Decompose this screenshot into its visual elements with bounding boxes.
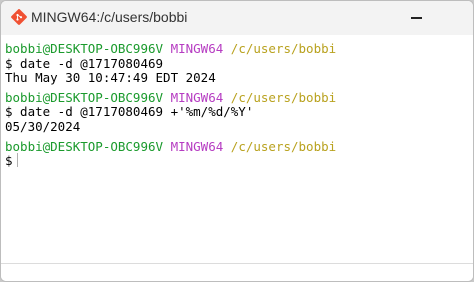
output-line: Thu May 30 10:47:49 EDT 2024 [5, 70, 216, 85]
window-title: MINGW64:/c/users/bobbi [31, 9, 188, 25]
prompt-user: bobbi@DESKTOP-OBC996V [5, 90, 164, 105]
prompt-user: bobbi@DESKTOP-OBC996V [5, 41, 164, 56]
prompt-system: MINGW64 [170, 139, 224, 154]
text-cursor [16, 153, 18, 167]
terminal-window: MINGW64:/c/users/bobbi bobbi@DESKTOP-OBC… [0, 0, 474, 282]
minimize-button[interactable] [399, 1, 433, 35]
window-bottom-edge [1, 263, 473, 281]
git-bash-icon [11, 9, 27, 25]
prompt-path: /c/users/bobbi [230, 90, 337, 105]
prompt-system: MINGW64 [170, 90, 224, 105]
prompt-path: /c/users/bobbi [230, 41, 337, 56]
prompt-symbol: $ [5, 153, 13, 168]
prompt-system: MINGW64 [170, 41, 224, 56]
output-line: 05/30/2024 [5, 119, 81, 134]
input-line[interactable]: $ [5, 153, 18, 169]
prompt-line: bobbi@DESKTOP-OBC996V MINGW64 /c/users/b… [5, 41, 336, 57]
terminal-output[interactable]: bobbi@DESKTOP-OBC996V MINGW64 /c/users/b… [1, 35, 473, 261]
prompt-user: bobbi@DESKTOP-OBC996V [5, 139, 164, 154]
prompt-path: /c/users/bobbi [230, 139, 337, 154]
prompt-line: bobbi@DESKTOP-OBC996V MINGW64 /c/users/b… [5, 139, 336, 155]
title-bar[interactable]: MINGW64:/c/users/bobbi [1, 1, 473, 35]
command-line: $ date -d @1717080469 +'%m/%d/%Y' [5, 104, 254, 119]
minimize-icon [410, 17, 422, 19]
